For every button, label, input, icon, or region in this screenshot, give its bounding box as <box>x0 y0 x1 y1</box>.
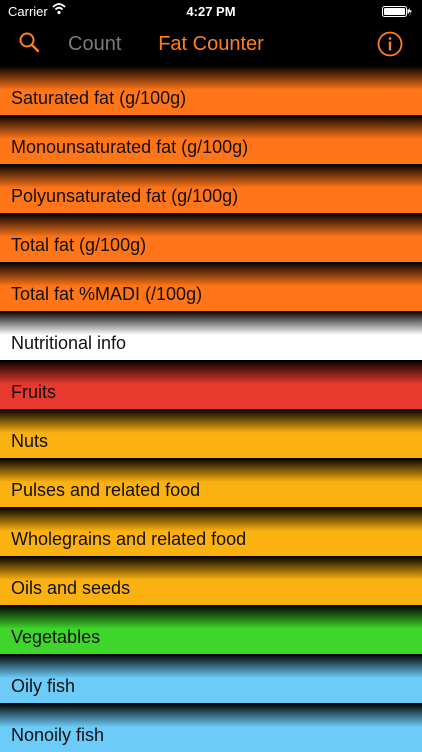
info-icon[interactable] <box>377 31 403 57</box>
list-row-label: Nuts <box>11 431 49 451</box>
list-row-label: Pulses and related food <box>11 480 201 500</box>
list-row-label: Wholegrains and related food <box>11 529 247 549</box>
list-row-vegetables[interactable]: Vegetables <box>0 605 422 654</box>
battery-icon <box>382 6 412 17</box>
list-row-oils-and-seeds[interactable]: Oils and seeds <box>0 556 422 605</box>
list-row-pulses-and-related-food[interactable]: Pulses and related food <box>0 458 422 507</box>
list-row-label: Vegetables <box>11 627 101 647</box>
list-row-wholegrains-and-related-food[interactable]: Wholegrains and related food <box>0 507 422 556</box>
category-list: Saturated fat (g/100g) Monounsaturated fa… <box>0 66 422 752</box>
list-row-fruits[interactable]: Fruits <box>0 360 422 409</box>
list-row-label: Nonoily fish <box>11 725 105 745</box>
list-row-label: Nutritional info <box>11 333 127 353</box>
list-row-nutritional-info[interactable]: Nutritional info <box>0 311 422 360</box>
status-time: 4:27 PM <box>186 4 236 19</box>
list-row-label: Saturated fat (g/100g) <box>11 88 187 108</box>
list-row-label: Fruits <box>11 382 56 402</box>
list-row-label: Total fat %MADI (/100g) <box>11 284 203 304</box>
list-row-label: Polyunsaturated fat (g/100g) <box>11 186 239 206</box>
list-row-monounsaturated-fat-g-100g[interactable]: Monounsaturated fat (g/100g) <box>0 115 422 164</box>
list-row-oily-fish[interactable]: Oily fish <box>0 654 422 703</box>
page-title: Fat Counter <box>158 33 264 55</box>
list-row-nonoily-fish[interactable]: Nonoily fish <box>0 703 422 752</box>
navigation-bar: Count Fat Counter <box>0 22 422 66</box>
list-row-nuts[interactable]: Nuts <box>0 409 422 458</box>
list-row-label: Oils and seeds <box>11 578 131 598</box>
list-row-label: Oily fish <box>11 676 76 696</box>
list-row-polyunsaturated-fat-g-100g[interactable]: Polyunsaturated fat (g/100g) <box>0 164 422 213</box>
status-bar: Carrier 4:27 PM <box>0 0 422 22</box>
list-row-label: Total fat (g/100g) <box>11 235 147 255</box>
list-row-saturated-fat-g-100g[interactable]: Saturated fat (g/100g) <box>0 66 422 115</box>
list-row-total-fat-madi-100g[interactable]: Total fat %MADI (/100g) <box>0 262 422 311</box>
list-row-label: Monounsaturated fat (g/100g) <box>11 137 249 157</box>
list-row-total-fat-g-100g[interactable]: Total fat (g/100g) <box>0 213 422 262</box>
